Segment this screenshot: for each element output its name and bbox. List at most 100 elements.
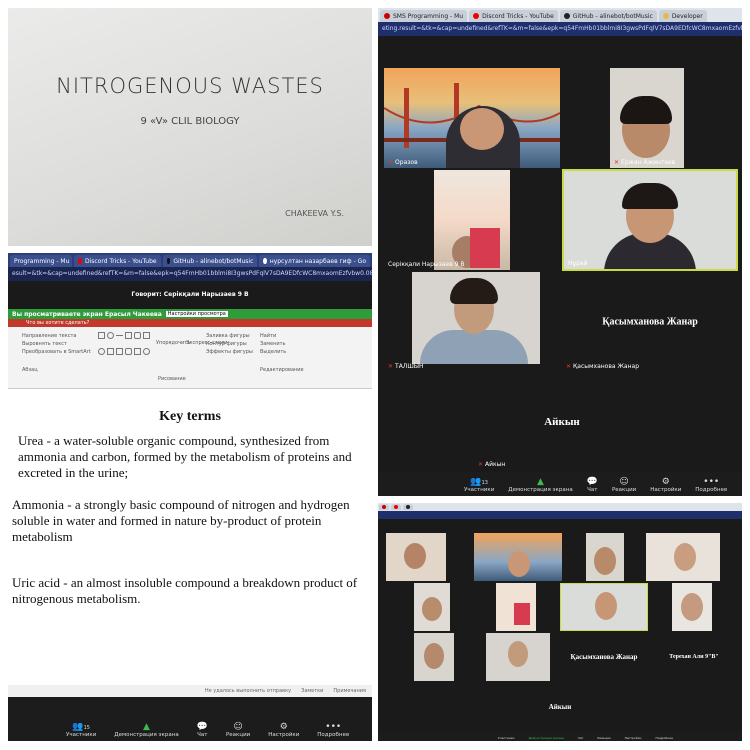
browser-tab[interactable]: нурсултан назарбаев гиф - Go — [259, 255, 370, 267]
chat-button[interactable]: 💬 Чат — [587, 477, 598, 493]
browser-tab[interactable] — [379, 504, 389, 510]
mic-muted-icon: ✕ — [388, 363, 394, 370]
youtube-icon — [473, 13, 480, 19]
meeting-toolbar: 👥15 Участники ▲ Демонстрация экрана 💬 Чат ☺… — [8, 697, 372, 741]
participant-tile[interactable]: ✕ Оразов — [384, 68, 560, 168]
reactions-icon: ☺ — [619, 477, 629, 487]
participants-button[interactable]: 👥15 Участники — [66, 722, 96, 738]
shape-gallery[interactable] — [98, 332, 150, 362]
browser-tab[interactable] — [391, 504, 401, 510]
participant-hair — [620, 96, 672, 124]
browser-tab[interactable]: Discord Tricks - YouTube — [74, 255, 161, 267]
participant-tile[interactable]: Серікқали Нарызаев 9 В — [384, 170, 560, 270]
slide-subtitle: 9 «V» CLIL BIOLOGY — [140, 116, 240, 127]
browser-tab[interactable]: Developer — [658, 10, 707, 22]
participant-tile-active[interactable]: Нұрай — [562, 169, 738, 271]
browser-tab[interactable]: SMS Programming - Mu — [380, 10, 468, 22]
browser-tab[interactable]: Discord Tricks - YouTube — [469, 10, 558, 22]
settings-button[interactable]: ⚙ Настройки — [650, 477, 681, 493]
paragraph-uric-acid: Uric acid - an almost insoluble compound… — [12, 575, 358, 606]
status-bar: Не удалось выполнить отправку Заметки Пр… — [8, 685, 372, 697]
more-icon: ••• — [325, 722, 342, 732]
participant-tile[interactable]: ✕ Ержан Ажинтаев — [610, 68, 684, 168]
participant-face — [404, 543, 426, 569]
screen-share-banner: Вы просматриваете экран Ерасыл Чакеева Н… — [8, 309, 372, 319]
mic-muted-icon: ✕ — [566, 363, 572, 370]
participant-tile[interactable]: Қасымханова Жанар — [560, 633, 648, 681]
participant-tile-active[interactable] — [560, 583, 648, 631]
participant-name: Айкын — [485, 461, 506, 468]
ribbon-item[interactable]: Заменить — [260, 340, 304, 348]
ribbon-item[interactable]: Выделить — [260, 348, 304, 356]
share-screen-button[interactable]: Демонстрация экрана — [529, 736, 564, 740]
participant-tile[interactable]: Айкын ✕ Айкын — [474, 374, 650, 470]
reactions-button[interactable]: ☺ Реакции — [612, 477, 636, 493]
ribbon-item[interactable]: Заливка фигуры — [206, 332, 253, 340]
participant-tile[interactable] — [646, 533, 720, 581]
participant-tile[interactable] — [486, 633, 550, 681]
participant-face — [594, 547, 616, 575]
participant-tile[interactable]: Айкын — [516, 683, 604, 731]
participant-tile[interactable] — [474, 533, 562, 581]
browser-tab[interactable]: Programming - Mu — [10, 255, 72, 267]
participants-icon: 👥13 — [470, 477, 488, 487]
chat-button[interactable]: 💬 Чат — [197, 722, 208, 738]
browser-tab[interactable] — [403, 504, 413, 510]
share-screen-button[interactable]: ▲ Демонстрация экрана — [114, 722, 178, 738]
youtube-icon — [78, 258, 82, 264]
participant-tile[interactable]: Қасымханова Жанар ✕ Қасымханова Жанар — [562, 272, 738, 372]
browser-tabs: Programming - Mu Discord Tricks - YouTub… — [8, 253, 372, 267]
participant-tile[interactable]: ✕ ТАЛШЫН — [384, 272, 560, 372]
tell-me-bar[interactable]: Что вы хотите сделать? — [8, 319, 372, 327]
participant-tile[interactable]: Терехан Али 9"В" — [650, 633, 738, 681]
tab-icon — [384, 13, 390, 19]
chat-button[interactable]: Чат — [578, 736, 584, 740]
participant-tile[interactable] — [414, 583, 450, 631]
ribbon-item[interactable]: Найти — [260, 332, 304, 340]
address-bar[interactable] — [378, 511, 742, 519]
participant-tile[interactable] — [672, 583, 712, 631]
ribbon-item[interactable]: Эффекты фигуры — [206, 348, 253, 356]
github-icon — [563, 13, 570, 19]
youtube-icon — [394, 505, 398, 509]
browser-tabs — [378, 503, 742, 511]
github-icon — [406, 505, 410, 509]
participants-button[interactable]: Участники — [498, 736, 515, 740]
share-screen-button[interactable]: ▲ Демонстрация экрана — [508, 477, 572, 493]
address-bar[interactable]: eting.result=&tk=&cap=undefined&refTK=&m… — [378, 22, 742, 36]
browser-tab[interactable]: GitHub - alinebot/botMusic — [559, 10, 657, 22]
participant-placeholder-name: Терехан Али 9"В" — [669, 654, 719, 660]
slide-title: NITROGENOUS WASTES — [56, 74, 324, 98]
participant-face — [422, 597, 442, 621]
notes-button[interactable]: Заметки — [301, 688, 323, 694]
ribbon-item[interactable]: Преобразовать в SmartArt — [22, 348, 91, 356]
participant-placeholder-name: Қасымханова Жанар — [602, 316, 698, 328]
participant-tile[interactable] — [386, 533, 446, 581]
participant-face — [508, 551, 530, 577]
participants-icon: 👥15 — [72, 722, 90, 732]
comments-button[interactable]: Примечания — [333, 688, 366, 694]
participant-tile[interactable] — [414, 633, 454, 681]
participant-face — [681, 593, 703, 621]
reactions-button[interactable]: Реакции — [597, 736, 610, 740]
ribbon-item[interactable]: Направление текста — [22, 332, 91, 340]
ribbon-item[interactable]: Контур фигуры — [206, 340, 253, 348]
participant-tile[interactable] — [496, 583, 536, 631]
more-button[interactable]: ••• Подробнее — [317, 722, 349, 738]
slide-author: CHAKEEVA Y.S. — [285, 209, 344, 218]
more-button[interactable]: Подробнее — [656, 736, 673, 740]
more-button[interactable]: ••• Подробнее — [695, 477, 727, 493]
ribbon-item[interactable]: Выровнять текст — [22, 340, 91, 348]
mic-muted-icon: ✕ — [388, 159, 394, 166]
address-bar[interactable]: esult=&tk=&cap=undefined&refTK=&m=false&… — [8, 267, 372, 281]
settings-button[interactable]: ⚙ Настройки — [268, 722, 299, 738]
zoom-gallery-window-small: Қасымханова Жанар Терехан Али 9"В" Айкын… — [378, 503, 742, 741]
view-options-button[interactable]: Настройки просмотра — [165, 311, 228, 317]
title-slide: NITROGENOUS WASTES 9 «V» CLIL BIOLOGY CH… — [8, 8, 372, 246]
participants-button[interactable]: 👥13 Участники — [464, 477, 494, 493]
settings-button[interactable]: Настройки — [625, 736, 642, 740]
reactions-button[interactable]: ☺ Реакции — [226, 722, 250, 738]
participant-tile[interactable] — [586, 533, 624, 581]
slide-canvas[interactable]: Key terms Urea - a water-soluble organic… — [8, 389, 372, 685]
browser-tab[interactable]: GitHub - alinebot/botMusic — [162, 255, 258, 267]
